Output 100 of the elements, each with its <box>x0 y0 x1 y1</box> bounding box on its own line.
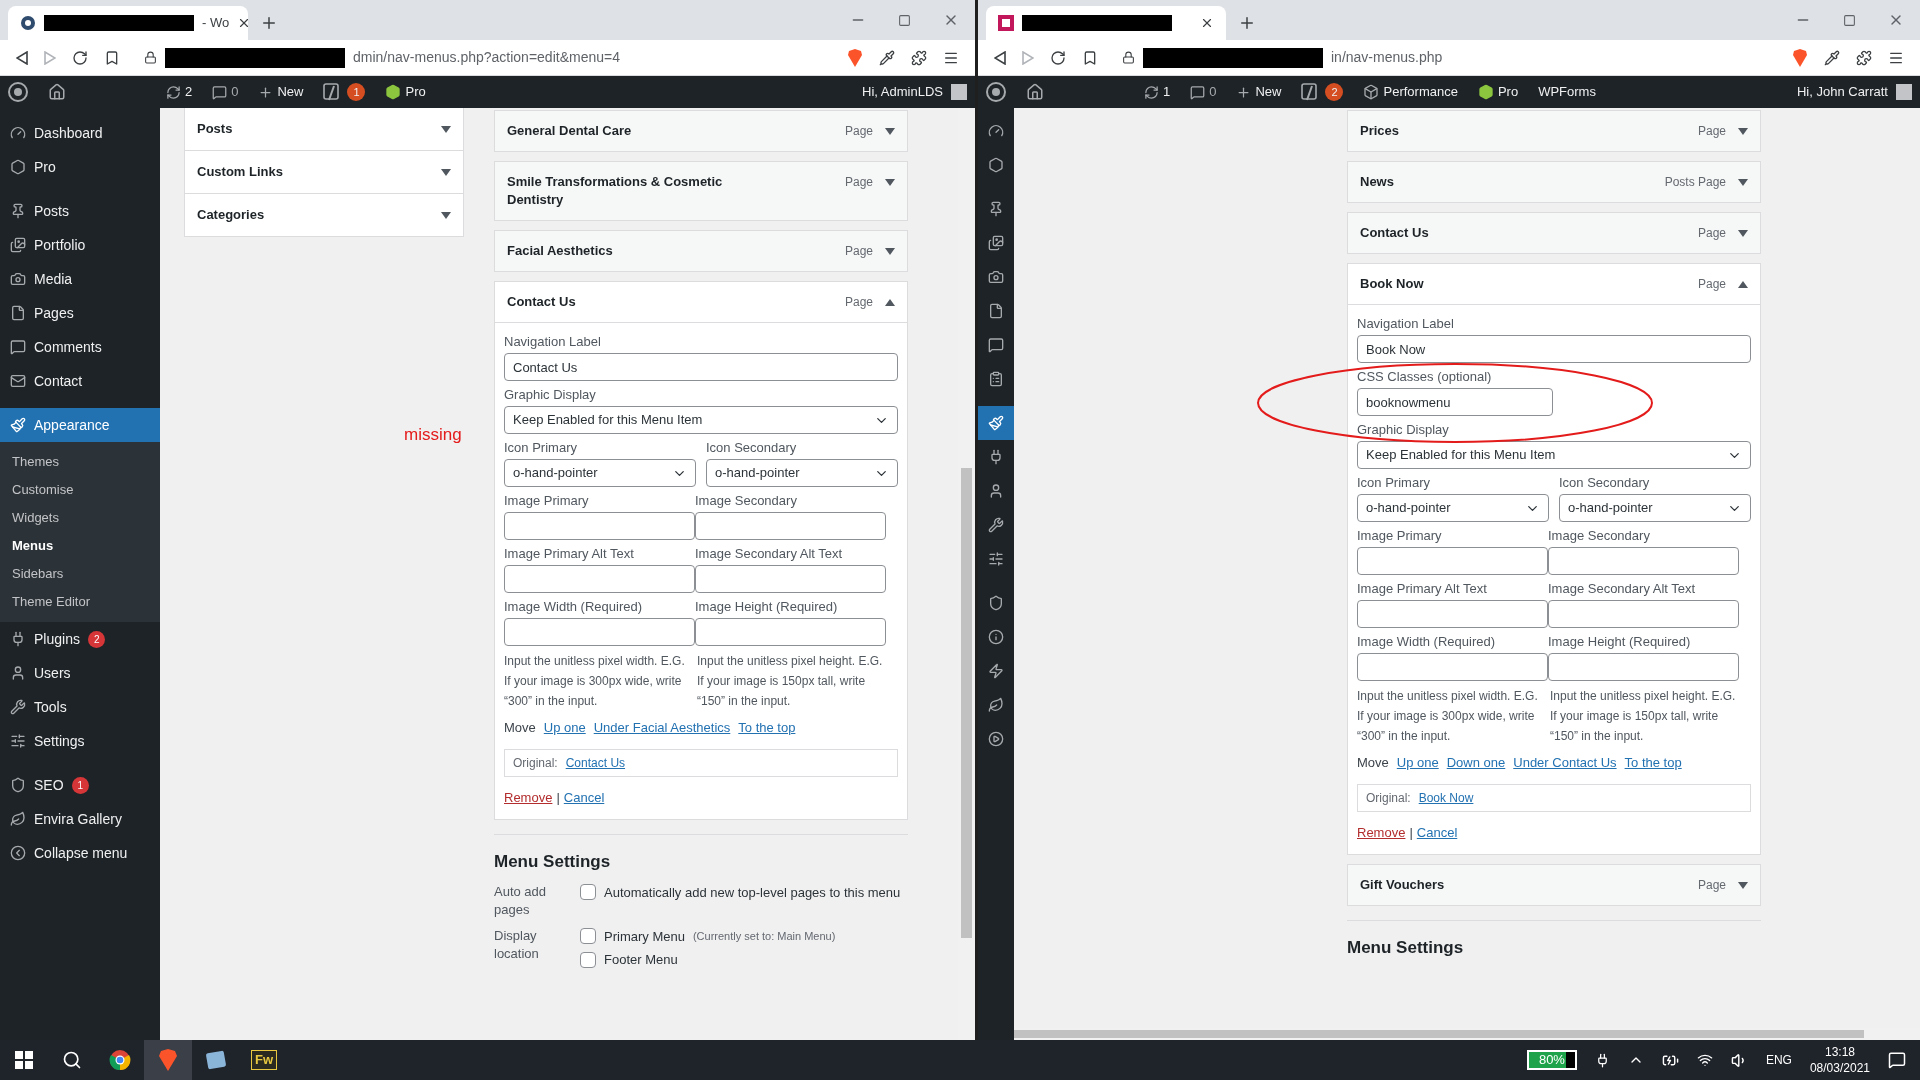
home-icon[interactable] <box>48 83 66 101</box>
accordion-title[interactable]: Custom Links <box>197 162 283 182</box>
submenu-item[interactable]: Themes <box>0 448 160 476</box>
text-field[interactable] <box>1357 653 1548 681</box>
triangle-up-icon[interactable] <box>885 298 895 306</box>
address-bar[interactable]: dmin/nav-menus.php?action=edit&menu=4 <box>136 43 831 72</box>
triangle-down-icon[interactable] <box>1738 178 1748 186</box>
logo-icon[interactable] <box>8 82 28 102</box>
submenu-item[interactable]: Sidebars <box>0 560 160 588</box>
text-field[interactable] <box>504 512 695 540</box>
checkbox[interactable] <box>580 928 596 945</box>
clock-date[interactable]: 08/03/2021 <box>1809 1060 1870 1076</box>
sidebar-item[interactable]: Pro <box>0 150 160 184</box>
sidebar-item[interactable]: Users <box>0 656 160 690</box>
comments-icon[interactable] <box>212 84 228 100</box>
bookmark-icon[interactable] <box>104 49 120 66</box>
text-field[interactable]: booknowmenu <box>1357 388 1553 416</box>
back-icon[interactable] <box>994 50 1006 65</box>
text-field[interactable] <box>1357 547 1548 575</box>
new-tab-icon[interactable] <box>260 14 278 32</box>
dropdown[interactable]: Keep Enabled for this Menu Item <box>1357 441 1751 469</box>
text-field[interactable] <box>695 618 886 646</box>
text-field[interactable]: Book Now <box>1357 335 1751 363</box>
triangle-down-icon[interactable] <box>885 247 895 255</box>
reload-icon[interactable] <box>1050 49 1066 66</box>
sidebar-item[interactable]: Tools <box>0 690 160 724</box>
triangle-down-icon[interactable] <box>885 127 895 135</box>
checkbox[interactable] <box>580 884 596 901</box>
plugin-logo-icon[interactable] <box>1301 83 1318 101</box>
submenu-item[interactable]: Customise <box>0 476 160 504</box>
home-icon[interactable] <box>1026 83 1044 101</box>
sidebar-item[interactable]: Pages <box>0 296 160 330</box>
sidebar-item[interactable]: Settings <box>0 724 160 758</box>
move-link[interactable]: Up one <box>1396 753 1439 773</box>
toolbar-link[interactable]: Pro <box>405 82 426 102</box>
sidebar-item[interactable]: Plugins 2 <box>0 622 160 656</box>
maximize-icon[interactable] <box>898 13 911 27</box>
notifications-icon[interactable] <box>1888 1051 1906 1069</box>
text-field[interactable] <box>695 565 886 593</box>
browser-tab[interactable]: - Wo <box>8 6 248 40</box>
sidebar-icon-button[interactable] <box>978 406 1014 440</box>
submenu-item[interactable]: Widgets <box>0 504 160 532</box>
user-greeting[interactable]: Hi, AdminLDS <box>862 82 943 102</box>
sidebar-item[interactable]: Portfolio <box>0 228 160 262</box>
move-link[interactable]: To the top <box>1624 753 1682 773</box>
back-icon[interactable] <box>16 50 28 65</box>
new-tab-icon[interactable] <box>1238 14 1256 32</box>
sidebar-item[interactable]: Comments <box>0 330 160 364</box>
browser-tab[interactable] <box>986 6 1226 40</box>
sidebar-item[interactable]: Envira Gallery <box>0 802 160 836</box>
dropdown[interactable]: o-hand-pointer <box>1559 494 1751 522</box>
accordion-title[interactable]: Posts <box>197 119 233 139</box>
clock-time[interactable]: 13:18 <box>1824 1044 1855 1060</box>
triangle-down-icon[interactable] <box>1738 881 1748 889</box>
submenu-item[interactable]: Menus <box>0 532 160 560</box>
sidebar-item[interactable]: Dashboard <box>0 116 160 150</box>
remove-link[interactable]: Remove <box>1357 822 1406 842</box>
eyedropper-icon[interactable] <box>879 49 895 66</box>
original-link[interactable]: Contact Us <box>565 753 626 772</box>
dropdown[interactable]: Keep Enabled for this Menu Item <box>504 406 898 434</box>
checkbox[interactable] <box>580 951 596 968</box>
text-field[interactable] <box>1548 600 1739 628</box>
sidebar-item[interactable]: Posts <box>0 194 160 228</box>
triangle-down-icon[interactable] <box>441 211 451 219</box>
toolbar-link[interactable]: Performance <box>1383 82 1458 102</box>
taskbar-button[interactable]: Fw <box>240 1040 288 1080</box>
original-link[interactable]: Book Now <box>1418 788 1474 807</box>
dropdown[interactable]: o-hand-pointer <box>504 459 696 487</box>
remove-link[interactable]: Remove <box>504 787 553 807</box>
move-link[interactable]: Up one <box>543 718 586 738</box>
sidebar-item[interactable]: Contact <box>0 364 160 398</box>
text-field[interactable] <box>695 512 886 540</box>
text-field[interactable]: Contact Us <box>504 353 898 381</box>
text-field[interactable] <box>1357 600 1548 628</box>
triangle-up-icon[interactable] <box>1738 280 1748 288</box>
comments-icon[interactable] <box>1190 84 1206 100</box>
extensions-icon[interactable] <box>1856 49 1872 66</box>
address-bar[interactable]: in/nav-menus.php <box>1114 43 1776 72</box>
submenu-item[interactable]: Theme Editor <box>0 588 160 616</box>
move-link[interactable]: Under Contact Us <box>1513 753 1617 773</box>
text-field[interactable] <box>504 565 695 593</box>
sidebar-item[interactable]: SEO 1 <box>0 768 160 802</box>
triangle-down-icon[interactable] <box>441 125 451 133</box>
dropdown[interactable]: o-hand-pointer <box>706 459 898 487</box>
move-link[interactable]: Down one <box>1446 753 1506 773</box>
scrollbar-thumb[interactable] <box>961 468 972 938</box>
updates-icon[interactable] <box>1144 84 1159 100</box>
scrollbar-thumb[interactable] <box>1014 1030 1864 1038</box>
user-greeting[interactable]: Hi, John Carratt <box>1796 82 1888 102</box>
text-field[interactable] <box>1548 653 1739 681</box>
language-indicator[interactable]: ENG <box>1765 1051 1792 1069</box>
new-link[interactable]: New <box>277 82 304 102</box>
wifi-icon[interactable] <box>1696 1052 1713 1068</box>
move-link[interactable]: Under Facial Aesthetics <box>593 718 731 738</box>
cancel-link[interactable]: Cancel <box>1416 822 1458 842</box>
updates-icon[interactable] <box>166 84 181 100</box>
triangle-down-icon[interactable] <box>885 178 895 186</box>
triangle-down-icon[interactable] <box>1738 127 1748 135</box>
logo-icon[interactable] <box>986 82 1006 102</box>
sidebar-item[interactable]: Collapse menu <box>0 836 160 870</box>
